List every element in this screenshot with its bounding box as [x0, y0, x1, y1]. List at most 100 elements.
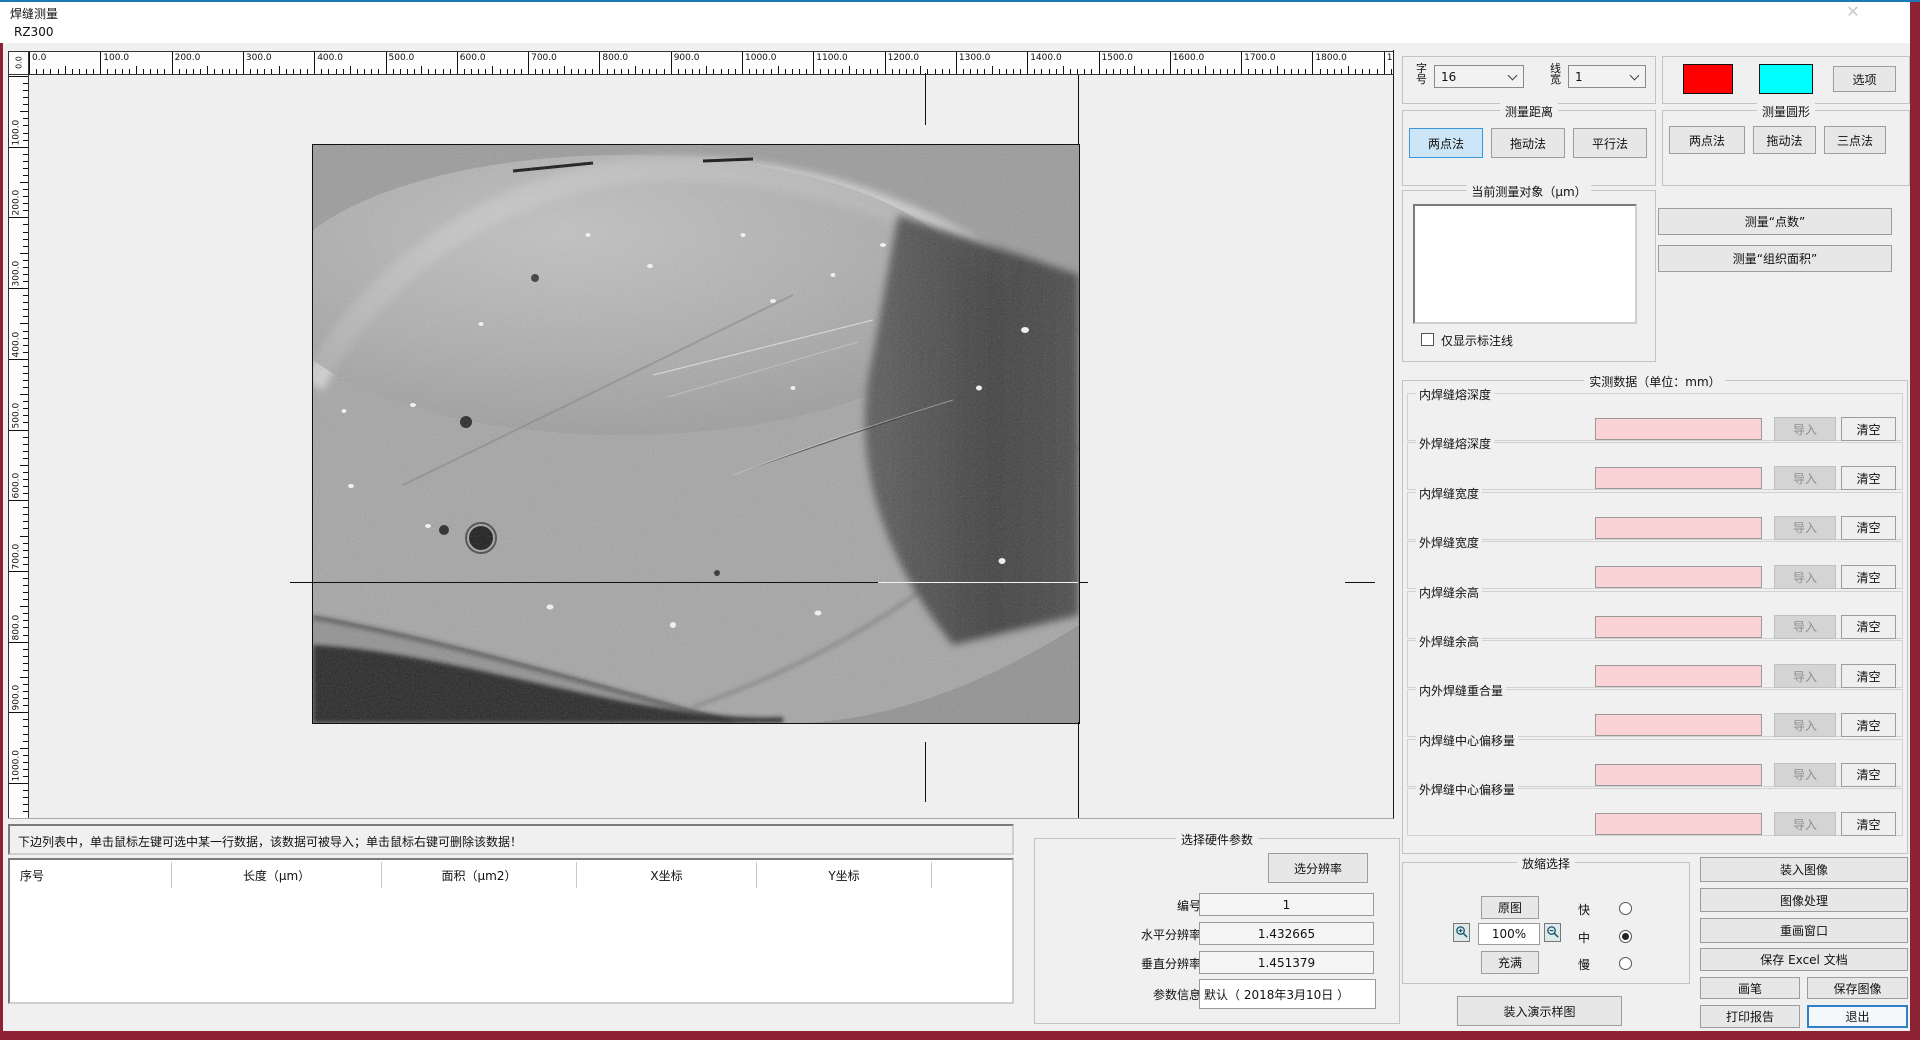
table-column-header[interactable]: 序号 [10, 862, 172, 888]
measured-row-label: 外焊缝中心偏移量 [1416, 781, 1518, 798]
measurement-line-horizontal [290, 582, 878, 583]
hw-param-field[interactable]: 默认（ 2018年3月10日 ） [1199, 979, 1376, 1009]
redraw-window-button[interactable]: 重画窗口 [1700, 918, 1908, 943]
print-report-button[interactable]: 打印报告 [1700, 1005, 1800, 1028]
measured-value-field[interactable] [1595, 566, 1762, 588]
line-width-select[interactable]: 1 [1568, 65, 1646, 88]
menu-item-rz300[interactable]: RZ300 [14, 25, 53, 39]
measured-value-field[interactable] [1595, 764, 1762, 786]
fit-button[interactable]: 充满 [1481, 951, 1539, 974]
measured-value-field[interactable] [1595, 714, 1762, 736]
close-icon[interactable]: ✕ [1838, 2, 1868, 22]
hw-vres-label: 垂直分辨率 [1129, 955, 1201, 972]
data-table[interactable]: 序号长度（μm）面积（μm2）X坐标Y坐标 [8, 858, 1014, 1004]
font-size-select[interactable]: 16 [1434, 65, 1524, 88]
font-size-value: 16 [1441, 70, 1456, 84]
chevron-down-icon [1508, 71, 1518, 81]
speed-radio[interactable] [1619, 930, 1632, 943]
speed-radio[interactable] [1619, 902, 1632, 915]
import-button[interactable]: 导入 [1774, 565, 1836, 589]
import-button[interactable]: 导入 [1774, 713, 1836, 737]
original-size-button[interactable]: 原图 [1481, 896, 1539, 919]
circle-two-point-button[interactable]: 两点法 [1669, 126, 1745, 154]
clear-button[interactable]: 清空 [1841, 812, 1896, 836]
show-annotation-checkbox[interactable] [1421, 333, 1434, 346]
vertical-ruler: 0.0100.0200.0300.0400.0500.0600.0700.080… [8, 75, 29, 818]
clear-button[interactable]: 清空 [1841, 615, 1896, 639]
clear-button[interactable]: 清空 [1841, 713, 1896, 737]
clear-button[interactable]: 清空 [1841, 516, 1896, 540]
clear-button[interactable]: 清空 [1841, 763, 1896, 787]
table-column-header[interactable]: X坐标 [577, 862, 757, 888]
measured-row: 外焊缝宽度导入清空 [1407, 541, 1903, 589]
zoom-in-icon [1455, 925, 1468, 938]
frame-bottom [0, 1031, 1920, 1040]
select-resolution-button[interactable]: 选分辨率 [1268, 853, 1368, 883]
measured-value-field[interactable] [1595, 517, 1762, 539]
clear-button[interactable]: 清空 [1841, 664, 1896, 688]
import-button[interactable]: 导入 [1774, 516, 1836, 540]
import-button[interactable]: 导入 [1774, 664, 1836, 688]
frame-left [0, 43, 3, 1037]
zoom-title: 放缩选择 [1517, 855, 1575, 872]
measured-rows: 内焊缝熔深度导入清空外焊缝熔深度导入清空内焊缝宽度导入清空外焊缝宽度导入清空内焊… [1403, 381, 1907, 853]
show-annotation-label: 仅显示标注线 [1441, 332, 1513, 349]
speed-radio[interactable] [1619, 957, 1632, 970]
measurement-line-vertical-bottom [925, 742, 926, 802]
pen-button[interactable]: 画笔 [1700, 977, 1800, 999]
measured-value-field[interactable] [1595, 813, 1762, 835]
measured-row: 外焊缝中心偏移量导入清空 [1407, 788, 1903, 836]
measured-row-label: 内焊缝余高 [1416, 584, 1482, 601]
current-object-listbox[interactable] [1413, 204, 1637, 324]
measured-value-field[interactable] [1595, 665, 1762, 687]
measured-row: 外焊缝熔深度导入清空 [1407, 442, 1903, 490]
hardware-title: 选择硬件参数 [1176, 831, 1258, 848]
hw-id-label: 编号 [1143, 897, 1201, 914]
zoom-in-button[interactable] [1453, 923, 1470, 942]
import-button[interactable]: 导入 [1774, 417, 1836, 441]
frame-right [1910, 2, 1920, 1038]
table-column-header[interactable]: 长度（μm） [172, 862, 382, 888]
measurement-line-right-top [1078, 75, 1079, 144]
hardware-group: 选择硬件参数 选分辨率 编号 1 水平分辨率 1.432665 垂直分辨率 1.… [1034, 838, 1400, 1024]
zoom-out-button[interactable] [1544, 923, 1561, 942]
clear-button[interactable]: 清空 [1841, 417, 1896, 441]
table-column-header[interactable]: Y坐标 [757, 862, 932, 888]
zoom-percent-field[interactable]: 100% [1478, 923, 1540, 945]
color-swatch-cyan[interactable] [1759, 64, 1813, 94]
circle-three-point-button[interactable]: 三点法 [1824, 126, 1886, 154]
measure-points-button[interactable]: 测量“点数” [1658, 208, 1892, 235]
distance-two-point-button[interactable]: 两点法 [1409, 128, 1483, 158]
clear-button[interactable]: 清空 [1841, 466, 1896, 490]
distance-drag-button[interactable]: 拖动法 [1491, 128, 1565, 158]
hw-hres-field[interactable]: 1.432665 [1199, 922, 1374, 945]
import-button[interactable]: 导入 [1774, 615, 1836, 639]
application-window: 焊缝测量 ✕ RZ300 0.0 0.0100.0200.0300.0400.0… [0, 0, 1920, 1040]
circle-drag-button[interactable]: 拖动法 [1753, 126, 1816, 154]
measured-value-field[interactable] [1595, 616, 1762, 638]
save-image-button[interactable]: 保存图像 [1807, 977, 1908, 999]
load-image-button[interactable]: 装入图像 [1700, 857, 1908, 882]
drawing-canvas[interactable]: 0.0 0.0100.0200.0300.0400.0500.0600.0700… [8, 50, 1394, 819]
table-header-row: 序号长度（μm）面积（μm2）X坐标Y坐标 [10, 862, 1010, 888]
color-swatch-red[interactable] [1683, 64, 1733, 94]
hw-vres-field[interactable]: 1.451379 [1199, 951, 1374, 974]
title-bar: 焊缝测量 ✕ [0, 2, 1920, 22]
hw-id-field[interactable]: 1 [1199, 893, 1374, 916]
import-button[interactable]: 导入 [1774, 466, 1836, 490]
menu-bar: RZ300 [0, 22, 1910, 43]
import-button[interactable]: 导入 [1774, 812, 1836, 836]
exit-button[interactable]: 退出 [1807, 1005, 1908, 1028]
font-size-label: 字号 [1415, 63, 1428, 85]
measure-area-button[interactable]: 测量“组织面积” [1658, 245, 1892, 272]
measured-value-field[interactable] [1595, 418, 1762, 440]
clear-button[interactable]: 清空 [1841, 565, 1896, 589]
distance-parallel-button[interactable]: 平行法 [1573, 128, 1647, 158]
load-demo-button[interactable]: 装入演示样图 [1457, 996, 1622, 1026]
options-button[interactable]: 选项 [1833, 66, 1896, 92]
table-column-header[interactable]: 面积（μm2） [382, 862, 577, 888]
measured-value-field[interactable] [1595, 467, 1762, 489]
process-image-button[interactable]: 图像处理 [1700, 888, 1908, 912]
save-excel-button[interactable]: 保存 Excel 文档 [1700, 948, 1908, 971]
import-button[interactable]: 导入 [1774, 763, 1836, 787]
